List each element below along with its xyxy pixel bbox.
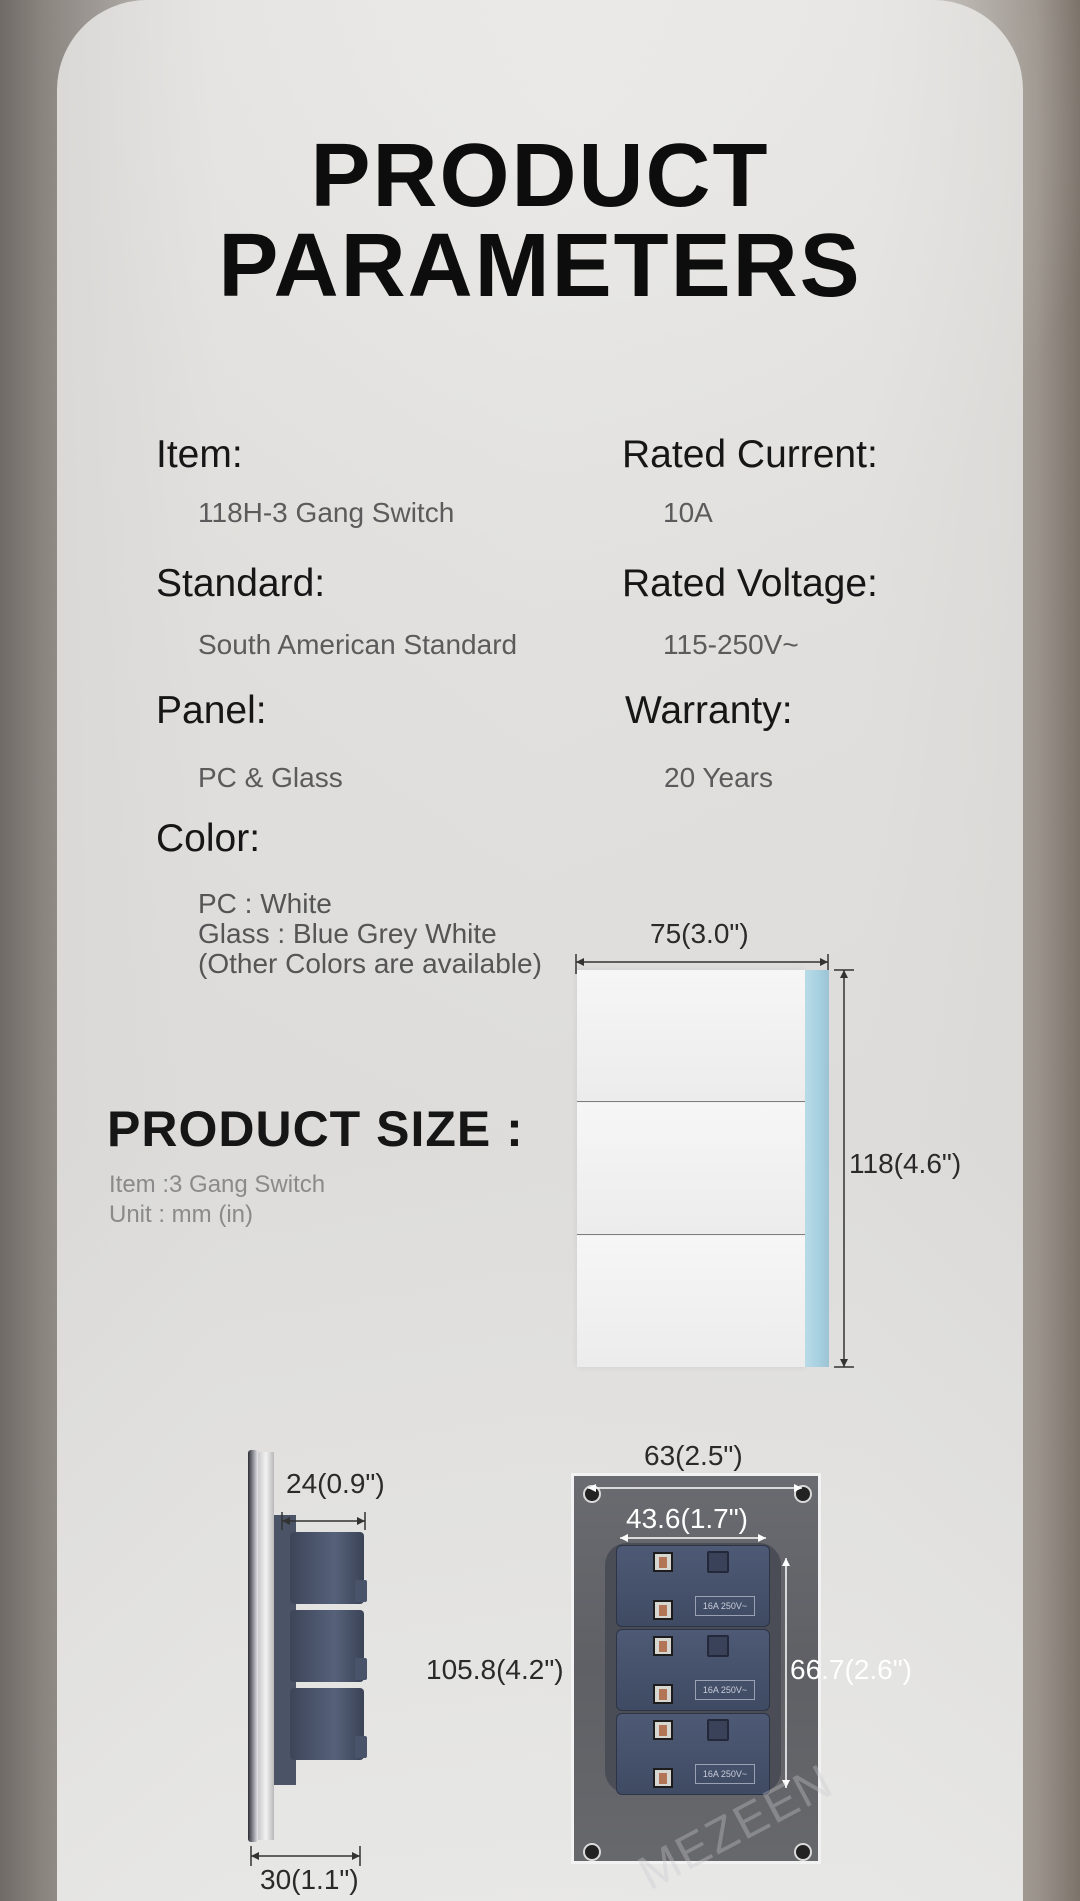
side-total-dimension: 30(1.1") [260,1864,359,1895]
warranty-label: Warranty: [625,689,793,732]
rated-voltage-value: 115-250V~ [663,629,799,660]
rated-voltage-label: Rated Voltage: [622,562,878,605]
screw-icon [583,1843,601,1861]
front-width-dimension: 75(3.0") [650,918,749,949]
panel-value: PC & Glass [198,762,343,793]
front-height-dimension: 118(4.6") [849,1148,962,1179]
standard-label: Standard: [156,562,326,605]
side-dimension-lines [250,1512,366,1866]
switch-gang-1 [577,970,805,1102]
back-width-dimension: 63(2.5") [644,1440,743,1471]
back-inner-width-dimension: 43.6(1.7") [626,1503,749,1534]
screw-icon [794,1843,812,1861]
page-title-line2: PARAMETERS [218,216,862,316]
standard-value: South American Standard [198,629,518,660]
front-switch-panel [577,970,805,1367]
rated-current-value: 10A [663,497,713,528]
rated-current-label: Rated Current: [622,433,878,476]
back-inner-height-dimension: 66.7(2.6") [790,1654,913,1685]
item-value: 118H-3 Gang Switch [198,497,455,528]
panel-label: Panel: [156,689,267,732]
color-value-pc: PC : White [198,888,332,919]
page-title-line1: PRODUCT [310,126,770,226]
product-size-title: PRODUCT SIZE : [107,1101,524,1157]
color-label: Color: [156,817,261,860]
side-depth-dimension: 24(0.9") [286,1468,385,1499]
product-size-unit: Unit : mm (in) [109,1201,253,1228]
front-glass-edge [805,970,829,1367]
color-value-glass: Glass : Blue Grey White [198,918,497,949]
item-label: Item: [156,433,243,476]
color-value-note: (Other Colors are available) [198,948,542,979]
switch-gang-2 [577,1103,805,1235]
switch-gang-3 [577,1236,805,1367]
warranty-value: 20 Years [664,762,773,793]
back-height-dimension: 105.8(4.2") [426,1654,564,1685]
product-size-item: Item :3 Gang Switch [109,1171,326,1198]
